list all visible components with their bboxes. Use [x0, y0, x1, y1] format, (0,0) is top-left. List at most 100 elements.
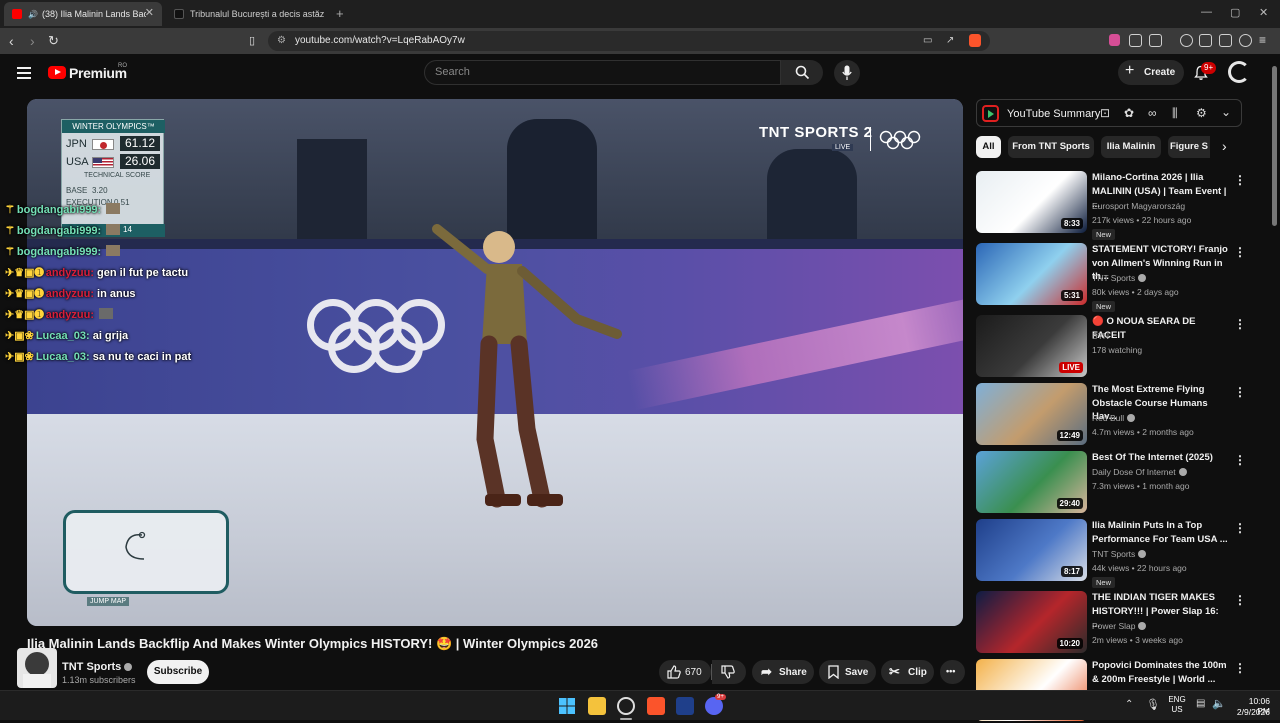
- browser-tab-youtube[interactable]: 🔊 (38) Ilia Malinin Lands Backflip ✕: [4, 2, 162, 26]
- address-bar[interactable]: ⚙ youtube.com/watch?v=LqeRabAOy7w ▭ ↗: [268, 31, 990, 51]
- file-explorer-icon[interactable]: [588, 697, 606, 715]
- share-button[interactable]: ➦ Share: [752, 660, 814, 684]
- more-options-icon[interactable]: ⋮: [1234, 661, 1246, 675]
- channel-text: Power Slap: [1092, 621, 1136, 631]
- menu-icon[interactable]: ≡: [1259, 33, 1266, 47]
- forward-icon[interactable]: ›: [30, 32, 35, 50]
- recommendation-card[interactable]: LIVE 🔴 O NOUA SEARA DE FACEIT BTN 178 watch…: [976, 315, 1266, 379]
- video-thumbnail[interactable]: 12:49: [976, 383, 1087, 445]
- obs-icon[interactable]: [617, 697, 635, 715]
- chevron-up-icon[interactable]: ⌃: [1125, 699, 1133, 710]
- youtube-summary-panel[interactable]: YouTube Summary ⊡ ✿ ∞ ⫼ ⚙ ⌄: [976, 99, 1242, 127]
- wallet-icon[interactable]: [1219, 34, 1232, 47]
- recommendation-card[interactable]: 10:20 THE INDIAN TIGER MAKES HISTORY!!! |…: [976, 591, 1266, 655]
- create-button[interactable]: + Create: [1118, 60, 1184, 85]
- scrollbar-thumb[interactable]: [1272, 66, 1277, 226]
- site-info-icon[interactable]: ⚙: [277, 35, 286, 46]
- recommendation-channel[interactable]: TNT Sports: [1092, 549, 1147, 559]
- back-icon[interactable]: ‹: [9, 32, 14, 50]
- recommendation-channel[interactable]: TNT Sports: [1092, 273, 1147, 283]
- network-icon[interactable]: ▤: [1196, 698, 1205, 709]
- channel-name[interactable]: TNT Sports: [62, 661, 133, 673]
- brave-shields-icon[interactable]: [969, 34, 981, 47]
- recommendation-card[interactable]: 12:49 The Most Extreme Flying Obstacle Co…: [976, 383, 1266, 447]
- more-actions-button[interactable]: •••: [940, 660, 965, 684]
- youtube-logo-icon[interactable]: [48, 66, 66, 79]
- share-page-icon[interactable]: ↗: [946, 35, 954, 46]
- recommendation-channel[interactable]: Red Bull: [1092, 413, 1136, 423]
- page-scrollbar[interactable]: [1270, 56, 1278, 696]
- settings-gear-icon[interactable]: ⚙: [1196, 106, 1207, 120]
- recommendation-channel[interactable]: Power Slap: [1092, 621, 1147, 631]
- search-input[interactable]: [435, 66, 765, 78]
- chevron-down-icon[interactable]: ⌄: [1221, 105, 1231, 119]
- search-button[interactable]: [781, 60, 823, 85]
- chatgpt-icon[interactable]: ✿: [1124, 106, 1134, 120]
- video-thumbnail[interactable]: 8:17: [976, 519, 1087, 581]
- chevron-right-icon[interactable]: ›: [1222, 138, 1227, 154]
- more-options-icon[interactable]: ⋮: [1234, 521, 1246, 535]
- chip-from-tnt-sports[interactable]: From TNT Sports: [1008, 136, 1094, 158]
- volume-icon[interactable]: 🔈: [1212, 697, 1226, 710]
- windows-start-icon[interactable]: [558, 697, 576, 715]
- like-button[interactable]: 670: [659, 660, 711, 684]
- glasses-icon[interactable]: ∞: [1148, 106, 1157, 120]
- browser-tab-tiktok[interactable]: Tribunalul București a decis astăzi ci: [166, 2, 328, 26]
- recommendation-channel[interactable]: BTN: [1092, 331, 1109, 341]
- video-thumbnail[interactable]: LIVE: [976, 315, 1087, 377]
- chip-all[interactable]: All: [976, 136, 1001, 158]
- minimize-icon[interactable]: —: [1201, 6, 1212, 18]
- new-tab-button[interactable]: +: [336, 6, 344, 21]
- subscribe-button[interactable]: Subscribe: [147, 660, 209, 684]
- dislike-button[interactable]: [712, 660, 746, 684]
- more-options-icon[interactable]: ⋮: [1234, 173, 1246, 187]
- recommendation-title[interactable]: Best Of The Internet (2025): [1092, 451, 1228, 465]
- chip-figure-skating[interactable]: Figure S: [1168, 136, 1210, 158]
- extension-icon[interactable]: [1109, 34, 1120, 46]
- sidebar-panel-icon[interactable]: [1149, 34, 1162, 47]
- bookmark-icon[interactable]: ▯: [249, 32, 255, 50]
- video-thumbnail[interactable]: 29:40: [976, 451, 1087, 513]
- reload-icon[interactable]: ↻: [48, 32, 59, 50]
- reader-icon[interactable]: [1199, 34, 1212, 47]
- recommendation-card[interactable]: 8:33 Milano-Cortina 2026 | Ilia MALININ (…: [976, 171, 1266, 240]
- more-options-icon[interactable]: ⋮: [1234, 317, 1246, 331]
- cast-icon[interactable]: ▭: [923, 35, 932, 46]
- recommendation-card[interactable]: 5:31 STATEMENT VICTORY! Franjo von Allmen…: [976, 243, 1266, 312]
- chip-ilia-malinin[interactable]: Ilia Malinin: [1101, 136, 1161, 158]
- channel-avatar[interactable]: [17, 648, 57, 688]
- robot-icon[interactable]: ⊡: [1100, 106, 1110, 120]
- brave-browser-icon[interactable]: [647, 697, 665, 715]
- close-window-icon[interactable]: ✕: [1259, 6, 1268, 19]
- more-options-icon[interactable]: ⋮: [1234, 385, 1246, 399]
- more-options-icon[interactable]: ⋮: [1234, 593, 1246, 607]
- clock-date[interactable]: 2/9/2026: [1234, 707, 1270, 717]
- more-options-icon[interactable]: ⋮: [1234, 245, 1246, 259]
- voice-search-button[interactable]: [834, 60, 860, 86]
- search-box[interactable]: [424, 60, 781, 85]
- video-thumbnail[interactable]: 5:31: [976, 243, 1087, 305]
- audio-wave-icon[interactable]: ⫼: [1172, 106, 1178, 121]
- puzzle-extensions-icon[interactable]: [1129, 34, 1142, 47]
- recommendation-card[interactable]: 8:17 Ilia Malinin Puts In a Top Performan…: [976, 519, 1266, 588]
- account-avatar[interactable]: [1228, 61, 1250, 83]
- app-icon[interactable]: [676, 697, 694, 715]
- video-thumbnail[interactable]: 8:33: [976, 171, 1087, 233]
- language-indicator[interactable]: ENG US: [1168, 695, 1186, 715]
- maximize-icon[interactable]: ▢: [1230, 6, 1240, 19]
- more-options-icon[interactable]: ⋮: [1234, 453, 1246, 467]
- clip-button[interactable]: ✂ Clip: [881, 660, 934, 684]
- close-tab-icon[interactable]: ✕: [145, 6, 154, 19]
- save-button[interactable]: Save: [819, 660, 876, 684]
- video-thumbnail[interactable]: 10:20: [976, 591, 1087, 653]
- recommendation-title[interactable]: Ilia Malinin Puts In a Top Performance F…: [1092, 519, 1228, 546]
- leo-ai-icon[interactable]: [1239, 34, 1252, 47]
- recommendation-card[interactable]: 29:40 Best Of The Internet (2025) Daily Do…: [976, 451, 1266, 515]
- recommendation-channel[interactable]: Daily Dose Of Internet: [1092, 467, 1187, 477]
- microphone-tray-icon[interactable]: 🎙: [1146, 698, 1160, 711]
- recommendation-channel[interactable]: Eurosport Magyarország: [1092, 201, 1185, 211]
- recommendation-title[interactable]: 🔴 O NOUA SEARA DE FACEIT: [1092, 315, 1228, 342]
- recommendation-title[interactable]: Popovici Dominates the 100m & 200m Frees…: [1092, 659, 1228, 686]
- music-icon[interactable]: [1180, 34, 1193, 47]
- guide-menu-icon[interactable]: [17, 67, 31, 79]
